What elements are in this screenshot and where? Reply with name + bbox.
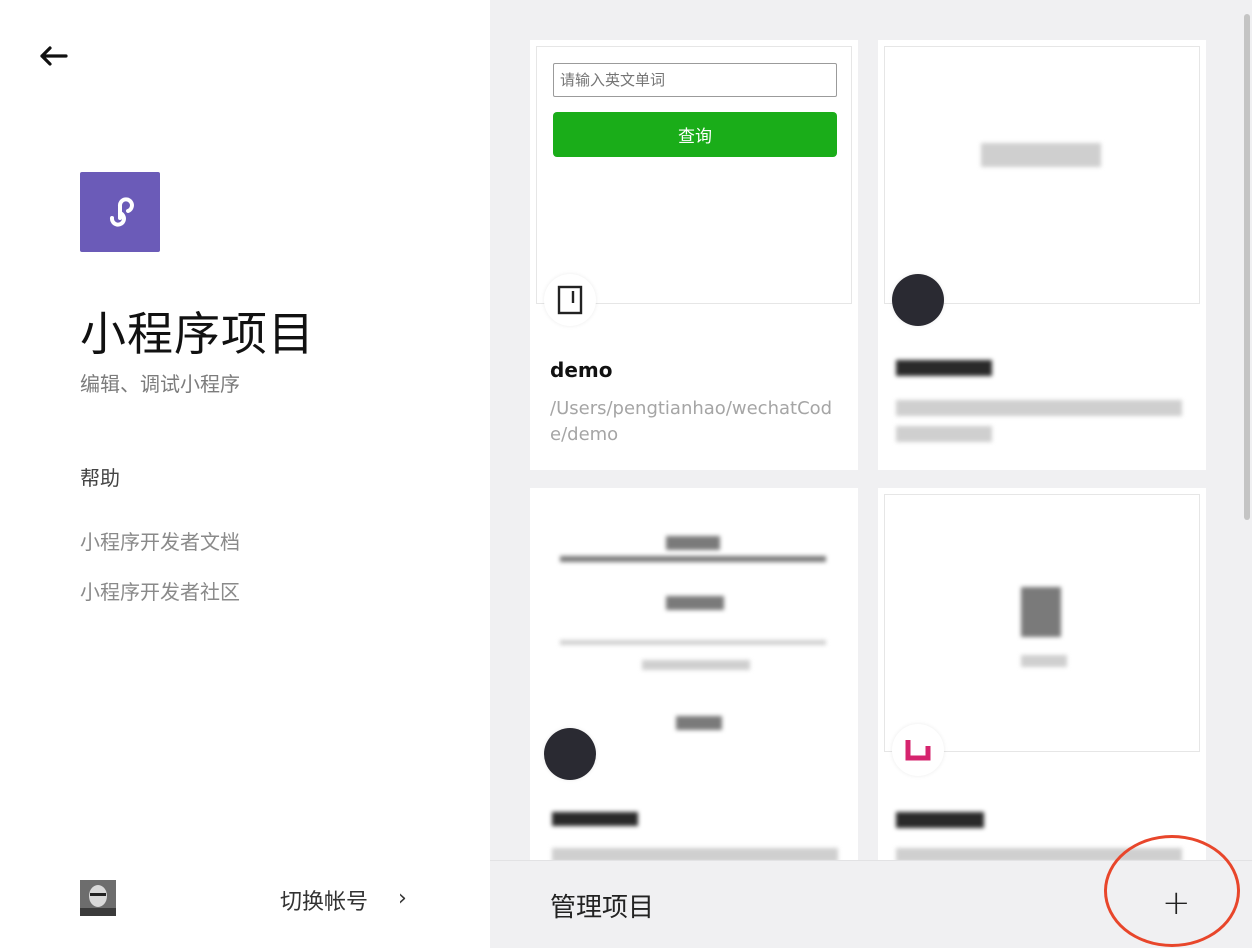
chevron-right-icon[interactable]: › [398,886,407,911]
help-link-community[interactable]: 小程序开发者社区 [80,576,240,605]
project-preview: 查询 [536,46,852,304]
obscured-name [896,360,992,376]
project-preview [884,46,1200,304]
back-button[interactable] [38,40,70,72]
obscured-path [896,400,1182,416]
obscured-path [896,426,992,442]
project-card-2[interactable] [878,40,1206,470]
arrow-left-icon [40,46,68,66]
help-link-docs[interactable]: 小程序开发者文档 [80,526,240,555]
obscured-name [896,812,984,828]
project-card-demo[interactable]: 查询 demo /Users/pengtianhao/wechatCode/de… [530,40,858,470]
miniprogram-link-icon [110,197,134,227]
project-icon [544,274,596,326]
sidebar: 小程序项目 编辑、调试小程序 帮助 小程序开发者文档 小程序开发者社区 切换帐号… [0,0,490,948]
project-icon [544,728,596,780]
obscured-divider [560,640,826,645]
add-project-button[interactable]: + [1162,883,1191,923]
obscured-content [981,143,1101,167]
bottom-bar: 管理项目 + [490,835,1252,948]
scrollbar[interactable] [1244,14,1250,520]
help-heading: 帮助 [80,466,120,490]
project-name: demo [550,358,613,382]
project-card-3[interactable] [530,488,858,868]
avatar[interactable] [80,880,116,916]
project-path: /Users/pengtianhao/wechatCode/demo [550,398,833,445]
page-subtitle: 编辑、调试小程序 [80,372,240,396]
manage-projects-button[interactable]: 管理项目 [550,887,654,924]
obscured-name [552,812,638,826]
obscured-content [642,660,750,670]
book-icon [557,285,583,315]
search-input[interactable] [553,63,837,97]
projects-panel: 查询 demo /Users/pengtianhao/wechatCode/de… [490,0,1252,948]
project-icon [892,724,944,776]
obscured-content [666,596,724,610]
switch-account-button[interactable]: 切换帐号 [280,884,368,916]
project-logo-icon [905,740,931,761]
project-preview [884,494,1200,752]
obscured-content [1021,587,1061,637]
app-logo [80,172,160,252]
project-preview [536,494,852,752]
project-card-4[interactable] [878,488,1206,868]
obscured-content [1021,655,1067,667]
obscured-content [676,716,722,730]
page-title: 小程序项目 [80,307,315,361]
obscured-divider [560,556,826,562]
query-button[interactable]: 查询 [553,112,837,157]
obscured-content [666,536,720,550]
project-icon [892,274,944,326]
